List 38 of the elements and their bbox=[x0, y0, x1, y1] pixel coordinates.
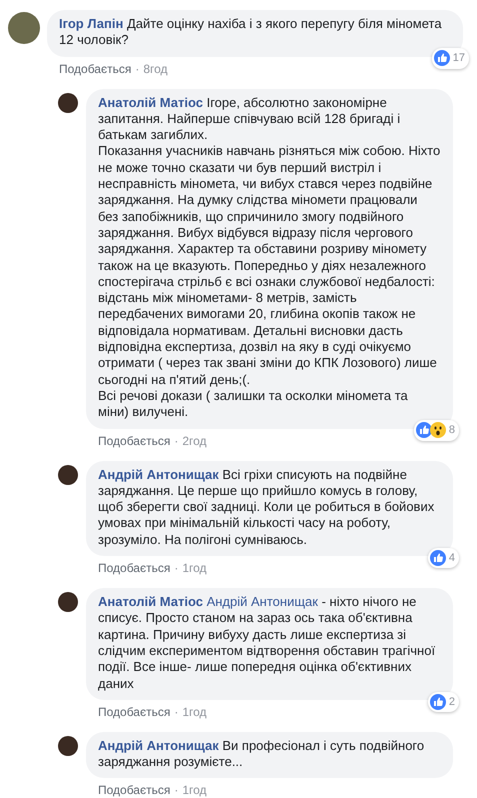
reaction-count[interactable]: 8 bbox=[414, 420, 459, 441]
comment-text: Андрій Антонищак Ви професіонал і суть подвійного заряджання розумієте... bbox=[98, 738, 426, 770]
avatar[interactable] bbox=[58, 464, 78, 485]
thumbs-up-icon bbox=[434, 50, 450, 66]
reaction-count[interactable]: 17 bbox=[432, 48, 469, 69]
separator-dot: · bbox=[174, 561, 178, 576]
avatar[interactable] bbox=[58, 592, 78, 612]
reaction-count[interactable]: 2 bbox=[428, 692, 459, 712]
wow-face-icon bbox=[430, 422, 446, 438]
separator-dot: · bbox=[174, 434, 178, 448]
thumbs-up-icon bbox=[430, 694, 446, 710]
reaction-count[interactable]: 4 bbox=[428, 548, 459, 568]
reaction-number: 17 bbox=[452, 51, 465, 66]
like-link[interactable]: Подобається bbox=[98, 704, 170, 719]
separator-dot: · bbox=[174, 704, 178, 719]
mention-link[interactable]: Андрій Антонищак bbox=[206, 594, 318, 610]
reaction-number: 4 bbox=[448, 550, 455, 566]
separator-dot: · bbox=[135, 62, 140, 76]
comment-time: 1год bbox=[182, 704, 207, 719]
comment-time: 1год bbox=[182, 561, 207, 576]
like-link[interactable]: Подобається bbox=[98, 783, 170, 798]
comment-text: Анатолій Матіос Ігоре, абсолютно закономірне запитання. Найперше співчуваю всій 128 бригаді і батькам загиблих. Показання учасників навчань різняться між собою. Ніхто не може точно сказати чи був перший вистріл і несправність міномета, чи вибух стався через подвійне заряджання. На думку слідства міномети працювали без запобіжників, що спричинило змогу подвійного заряджання. Вибух відбувся відразу після чергового заряджання. Характер та обставини розриву міномету також на це вказують. Попередньо у діях незалежного спостерігача стрільб є всі ознаки службової недбалості: відстань між мінометами- 8 метрів, замість передбачених вимогами 20, глибина окопів також не відповідала нормативам. Детальні висновки дасть відповідна експертиза, дозвіл на яку в суді очікуємо отримати ( через так звані зміни до КПК Лозового) лише сьогодні на п'ятий день;(. Всі речові докази ( залишки та осколки міномета та міни) вилучені. bbox=[98, 94, 441, 421]
thumbs-up-icon bbox=[430, 550, 446, 566]
comment-time: 1год bbox=[182, 783, 207, 798]
comment-text: Ігор Лапін Дайте оцінку нахіба і з якого перепугу біля міномета 12 чоловік? bbox=[59, 16, 443, 49]
like-link[interactable]: Подобається bbox=[59, 62, 132, 76]
comment-text: Анатолій Матіос Андрій Антонищак - ніхто нічого не списує. Просто станом на зараз ось така об'єктивна картина. Причину вибуху дасть лише експертиза зі слідчим експериментом відтворення обставин трагічної події. Все інше- лише попередня оцінка об'єктивних даних bbox=[98, 594, 436, 692]
comment-time: 8год bbox=[143, 62, 168, 76]
like-link[interactable]: Подобається bbox=[98, 561, 170, 576]
comment-text: Андрій Антонищак Всі гріхи списують на подвійне заряджання. Це перше що прийшло комусь в голову, щоб зберегти свої задниці. Коли це робиться в бойових умовах при мінімальній кількості часу на роботу, зрозуміло. На полігоні сумніваюсь. bbox=[98, 466, 436, 548]
avatar[interactable] bbox=[58, 92, 78, 113]
separator-dot: · bbox=[174, 783, 178, 798]
like-link[interactable]: Подобається bbox=[98, 434, 170, 448]
avatar[interactable] bbox=[58, 736, 78, 756]
thumbs-up-icon bbox=[416, 422, 432, 438]
reaction-number: 2 bbox=[448, 694, 455, 710]
reaction-number: 8 bbox=[448, 423, 455, 438]
comment-time: 2год bbox=[182, 434, 207, 448]
